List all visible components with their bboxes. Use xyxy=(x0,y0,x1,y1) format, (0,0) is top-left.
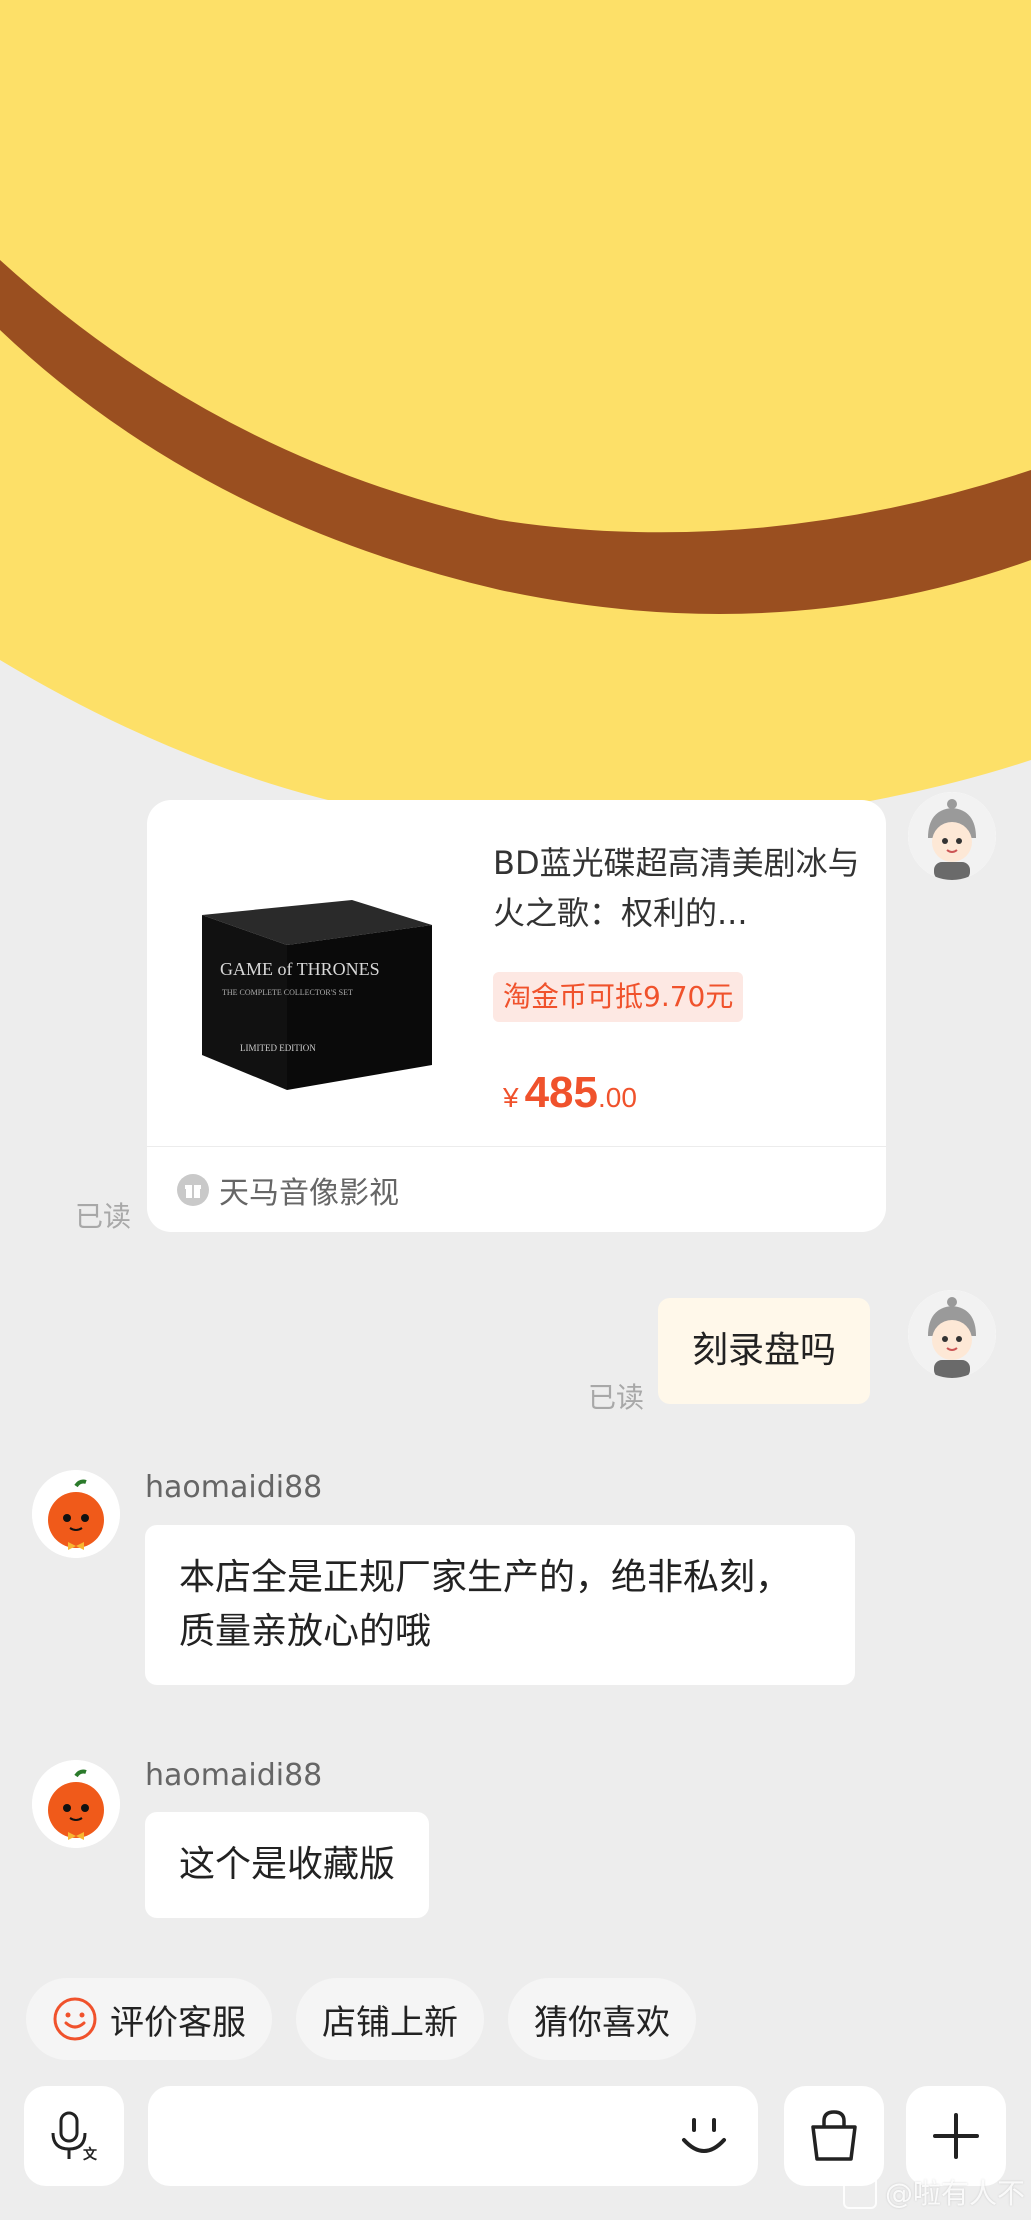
sticker-image xyxy=(0,0,1031,840)
watermark-logo-icon xyxy=(842,2175,877,2209)
message-bubble-self[interactable]: 刻录盘吗 xyxy=(658,1298,871,1404)
smile-icon xyxy=(53,1997,97,2041)
price-currency: ¥ xyxy=(503,1082,519,1113)
shop-avatar-icon xyxy=(32,1470,120,1558)
quick-reply-bar: 评价客服 店铺上新 猜你喜欢 xyxy=(26,1978,696,2060)
user-avatar-icon xyxy=(908,1290,996,1378)
svg-text:GAME of THRONES: GAME of THRONES xyxy=(220,959,380,979)
shop-name: 天马音像影视 xyxy=(219,1176,399,1211)
price-decimal: .00 xyxy=(598,1082,637,1113)
voice-button[interactable]: 文 xyxy=(24,2086,124,2186)
user-avatar[interactable] xyxy=(908,792,996,880)
voice-translate-icon: 文 xyxy=(51,2111,98,2162)
coin-discount-tag: 淘金币可抵9.70元 xyxy=(493,972,744,1022)
product-image: GAME of THRONES THE COMPLETE COLLECTOR'S… xyxy=(202,900,432,1090)
chip-label: 评价客服 xyxy=(110,2002,246,2043)
message-bubble-shop[interactable]: 本店全是正规厂家生产的，绝非私刻，质量亲放心的哦 xyxy=(145,1525,855,1685)
user-avatar[interactable] xyxy=(908,1290,996,1378)
svg-text:文: 文 xyxy=(83,2146,98,2162)
gift-icon xyxy=(177,1174,209,1206)
product-card[interactable]: GAME of THRONES THE COMPLETE COLLECTOR'S… xyxy=(147,800,886,1232)
watermark-text: @啦有人不 xyxy=(884,2177,1025,2210)
shop-avatar[interactable] xyxy=(32,1760,120,1848)
sender-name: haomaidi88 xyxy=(145,1470,323,1505)
chip-label: 店铺上新 xyxy=(322,2002,458,2043)
shop-avatar-icon xyxy=(32,1760,120,1848)
user-avatar-icon xyxy=(908,792,996,880)
shopping-bag-icon xyxy=(811,2110,857,2161)
shop-link[interactable]: 天马音像影视 xyxy=(177,1170,399,1211)
product-price: ¥485.00 xyxy=(503,1068,637,1118)
more-button[interactable] xyxy=(906,2086,1006,2186)
message-bubble-shop[interactable]: 这个是收藏版 xyxy=(145,1812,430,1918)
quick-reply-rate-service[interactable]: 评价客服 xyxy=(26,1978,272,2060)
chip-label: 猜你喜欢 xyxy=(534,2002,670,2043)
price-integer: 485 xyxy=(524,1068,598,1117)
shopping-bag-button[interactable] xyxy=(784,2086,884,2186)
read-status: 已读 xyxy=(75,1200,132,1233)
emoji-button[interactable] xyxy=(668,2100,740,2172)
shop-avatar[interactable] xyxy=(32,1470,120,1558)
sender-name: haomaidi88 xyxy=(145,1758,323,1793)
quick-reply-new-arrivals[interactable]: 店铺上新 xyxy=(296,1978,484,2060)
plus-icon xyxy=(933,2113,979,2159)
message-input[interactable] xyxy=(148,2086,758,2186)
emoji-icon xyxy=(682,2118,726,2153)
watermark: @啦有人不 xyxy=(842,2172,1025,2212)
read-status: 已读 xyxy=(588,1381,645,1414)
svg-text:LIMITED EDITION: LIMITED EDITION xyxy=(240,1043,316,1053)
svg-text:THE COMPLETE COLLECTOR'S SET: THE COMPLETE COLLECTOR'S SET xyxy=(222,988,353,997)
card-divider xyxy=(147,1146,886,1147)
quick-reply-recommend[interactable]: 猜你喜欢 xyxy=(508,1978,696,2060)
product-title[interactable]: BD蓝光碟超高清美剧冰与火之歌：权利的... xyxy=(493,838,863,938)
